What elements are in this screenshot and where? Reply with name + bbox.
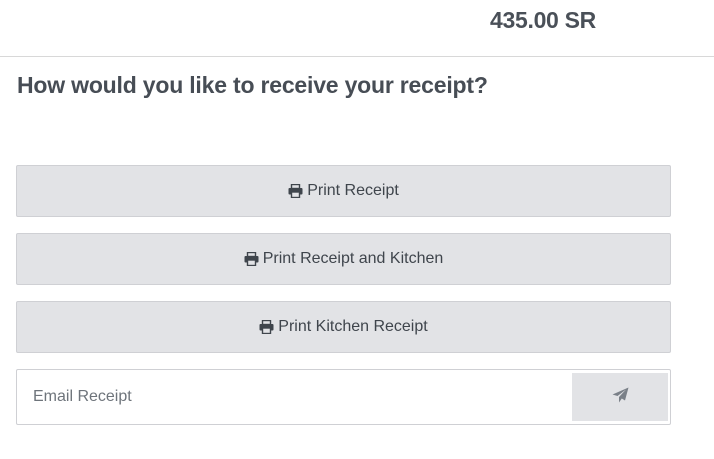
order-total: 435.00 SR	[490, 7, 596, 33]
receipt-question: How would you like to receive your recei…	[17, 72, 488, 98]
print-receipt-and-kitchen-label: Print Receipt and Kitchen	[262, 250, 444, 267]
print-icon	[244, 252, 259, 266]
order-total-bar: 435.00 SR	[0, 0, 714, 57]
print-receipt-button[interactable]: Print Receipt	[16, 165, 671, 217]
email-receipt-group	[16, 369, 671, 425]
email-receipt-input[interactable]	[17, 370, 567, 424]
paper-plane-icon	[612, 387, 629, 408]
print-receipt-and-kitchen-button[interactable]: Print Receipt and Kitchen	[16, 233, 671, 285]
print-kitchen-receipt-label: Print Kitchen Receipt	[278, 318, 428, 335]
print-icon	[288, 184, 303, 198]
print-receipt-label: Print Receipt	[307, 182, 399, 199]
receipt-page: 435.00 SR How would you like to receive …	[0, 0, 714, 459]
print-kitchen-receipt-button[interactable]: Print Kitchen Receipt	[16, 301, 671, 353]
print-icon	[259, 320, 274, 334]
send-email-button[interactable]	[572, 373, 668, 421]
